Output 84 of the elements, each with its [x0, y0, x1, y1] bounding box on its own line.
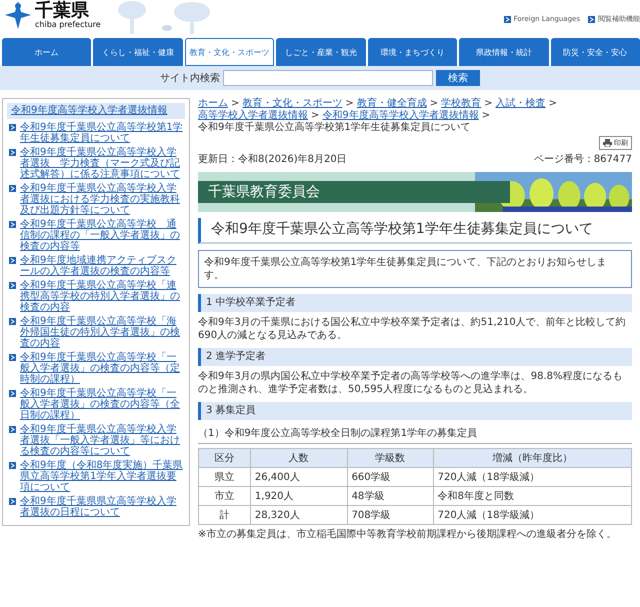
table-heading: （1）令和9年度公立高等学校全日制の課程第1学年の募集定員: [198, 426, 632, 444]
sidebar-link[interactable]: 令和9年度千葉県県立高等学校入学者選抜の日程について: [20, 496, 185, 518]
arrow-icon: [9, 390, 16, 397]
arrow-icon: [9, 426, 16, 433]
breadcrumb-link[interactable]: 令和9年度高等学校入学者選抜情報: [322, 110, 479, 122]
sidebar-link[interactable]: 令和9年度千葉県公立高等学校 通信制の課程の「一般入学者選抜」の検査の内容等: [20, 219, 185, 252]
footnote: ※市立の募集定員は、市立稲毛国際中等教育学校前期課程から後期課程への進級者分を除く。: [198, 528, 618, 541]
breadcrumb-separator: >: [231, 98, 240, 110]
arrow-icon: [9, 149, 16, 156]
table-cell: 720人減（18学級減）: [433, 506, 632, 524]
breadcrumb-link[interactable]: 入試・検査: [496, 98, 546, 110]
breadcrumb-current: 令和9年度千葉県公立高等学校第1学年生徒募集定員について: [198, 122, 471, 134]
column-header: 区分: [198, 448, 250, 468]
notice-box: 令和9年度千葉県公立高等学校第1学年生徒募集定員について、下記のとおりお知らせします。: [198, 250, 632, 288]
section-heading: 2 進学予定者: [198, 348, 632, 366]
nav-tab[interactable]: ホーム: [2, 38, 92, 66]
sidebar-link[interactable]: 令和9年度地域連携アクティブスクールの入学者選抜の検査の内容等: [20, 255, 185, 277]
updated-date: 更新日：令和8(2026)年8月20日: [198, 152, 347, 166]
sidebar-link[interactable]: 令和9年度千葉県公立高等学校入学者選抜 学力検査（マーク式及び記述式解答）に係る注意事項について: [20, 147, 185, 180]
sidebar-link[interactable]: 令和9年度千葉県公立高等学校「連携型高等学校の特別入学者選抜」の検査の内容: [20, 280, 185, 313]
page-title: 令和9年度千葉県公立高等学校第1学年生徒募集定員について: [198, 218, 632, 244]
breadcrumb-link[interactable]: 教育・文化・スポーツ: [242, 98, 342, 110]
breadcrumb-link[interactable]: ホーム: [198, 98, 228, 110]
arrow-icon: [9, 282, 16, 289]
sidebar-link[interactable]: 令和9年度千葉県公立高等学校「海外帰国生徒の特別入学者選抜」の検査の内容: [20, 316, 185, 349]
column-header: 増減（昨年度比）: [433, 448, 632, 468]
sidebar-link[interactable]: 令和9年度千葉県公立高等学校入学者選抜「一般入学者選抜」等における検査の内容等について: [20, 424, 185, 457]
breadcrumb-separator: >: [311, 110, 320, 122]
page-number: ページ番号：867477: [534, 152, 632, 166]
breadcrumb-separator: >: [345, 98, 354, 110]
site-logo-subtitle: chiba prefecture: [35, 20, 101, 28]
arrow-icon: [9, 318, 16, 325]
table-cell: 計: [198, 506, 250, 524]
paragraph: 令和9年3月の千葉県における国公私立中学校卒業予定者は、約51,210人で、前年と比較して約690人の減となる見込みである。: [198, 316, 627, 342]
prefecture-emblem-icon: [4, 0, 32, 30]
column-header: 人数: [250, 448, 348, 468]
table-cell: 28,320人: [250, 506, 348, 524]
breadcrumb-separator: >: [482, 110, 490, 122]
arrow-icon: [9, 221, 16, 228]
search-field[interactable]: [223, 70, 433, 86]
banner-title: 千葉県教育委員会: [198, 181, 510, 203]
table-cell: 48学級: [347, 486, 434, 506]
nav-tab[interactable]: 県政情報・統計: [459, 38, 549, 66]
arrow-icon: [9, 124, 16, 131]
arrow-icon: [588, 16, 595, 22]
breadcrumb-link[interactable]: 学校教育: [441, 98, 482, 110]
table-cell: 県立: [198, 468, 250, 486]
printer-icon: [603, 139, 612, 147]
breadcrumb-link[interactable]: 教育・健全育成: [356, 98, 427, 110]
paragraph: 令和9年3月の県内国公私立中学校卒業予定者の高等学校等への進学率は、98.8%程度になるものと推測され、進学予定者数は、50,595人程度になるものと見込まれる。: [198, 370, 624, 396]
sidebar-link[interactable]: 令和9年度千葉県公立高等学校「一般入学者選抜」の検査の内容等（全日制の課程）: [20, 388, 185, 421]
breadcrumb-separator: >: [430, 98, 438, 110]
site-logo-title[interactable]: 千葉県: [35, 2, 101, 20]
column-header: 学級数: [347, 448, 434, 468]
table-cell: 720人減（18学級減）: [433, 468, 632, 486]
arrow-icon: [9, 462, 16, 469]
search-label: サイト内検索: [160, 72, 220, 85]
section-heading: 3 募集定員: [198, 402, 632, 420]
nav-tab[interactable]: 防災・安全・安心: [550, 38, 640, 66]
table-cell: 市立: [198, 486, 250, 506]
sidebar-link[interactable]: 令和9年度千葉県公立高等学校「一般入学者選抜」の検査の内容等（定時制の課程）: [20, 352, 185, 385]
sidebar-heading[interactable]: 令和9年度高等学校入学者選抜情報: [7, 103, 185, 119]
table-cell: 令和8年度と同数: [433, 486, 632, 506]
table-cell: 660学級: [347, 468, 434, 486]
search-button[interactable]: 検索: [436, 70, 480, 86]
table-cell: 1,920人: [250, 486, 348, 506]
nav-tab[interactable]: 教育・文化・スポーツ: [184, 38, 274, 66]
arrow-icon: [9, 185, 16, 192]
breadcrumb-link[interactable]: 高等学校入学者選抜情報: [198, 110, 308, 122]
sidebar-link[interactable]: 令和9年度千葉県公立高等学校入学者選抜における学力検査の実施教科及び出題方針等について: [20, 183, 185, 216]
arrow-icon: [9, 257, 16, 264]
table-cell: 26,400人: [250, 468, 348, 486]
nav-tab[interactable]: くらし・福祉・健康: [93, 38, 183, 66]
arrow-icon: [9, 498, 16, 505]
table-cell: 708学級: [347, 506, 434, 524]
sidebar-link[interactable]: 令和9年度（令和8年度実施）千葉県県立高等学校第1学年入学者選抜要項について: [20, 460, 185, 493]
nav-tab[interactable]: しごと・産業・観光: [276, 38, 366, 66]
sidebar-link[interactable]: 令和9年度千葉県公立高等学校第1学年生徒募集定員について: [20, 122, 185, 144]
arrow-icon: [504, 16, 511, 22]
section-heading: 1 中学校卒業予定者: [198, 294, 632, 312]
arrow-icon: [9, 354, 16, 361]
nav-tab[interactable]: 環境・まちづくり: [368, 38, 458, 66]
breadcrumb-separator: >: [484, 98, 493, 110]
breadcrumb-separator: >: [548, 98, 557, 110]
